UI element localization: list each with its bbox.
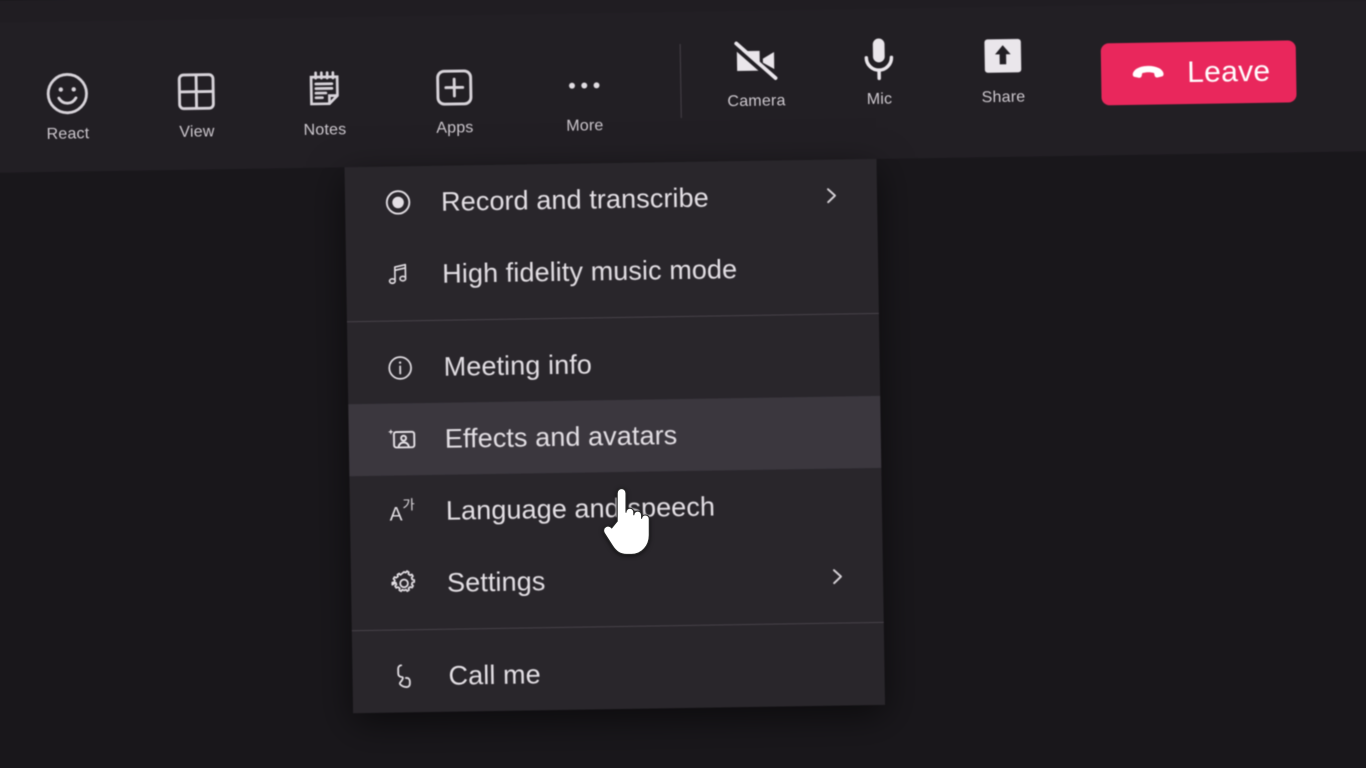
- microphone-icon: [830, 30, 927, 88]
- toolbar-label-share: Share: [981, 88, 1026, 107]
- menu-item-label: High fidelity music mode: [441, 253, 738, 289]
- add-square-icon: [406, 59, 503, 117]
- music-note-icon: [384, 260, 430, 289]
- effects-avatar-icon: [387, 423, 433, 456]
- menu-item-meeting-info[interactable]: Meeting info: [347, 324, 880, 404]
- toolbar-label-more: More: [566, 117, 604, 135]
- phone-icon: [390, 661, 436, 692]
- menu-item-label: Language and speech: [445, 491, 716, 526]
- menu-group-recording: Record and transcribe High fidelity musi…: [345, 159, 879, 311]
- toolbar-button-apps[interactable]: Apps: [406, 59, 503, 138]
- toolbar-button-camera[interactable]: Camera: [707, 32, 804, 111]
- toolbar-label-view: View: [179, 123, 215, 141]
- svg-text:A: A: [389, 504, 402, 525]
- menu-item-label: Meeting info: [443, 348, 593, 382]
- meeting-toolbar: React View Notes Apps More Camera Mic Sh…: [0, 1, 1366, 173]
- menu-item-label: Effects and avatars: [444, 419, 678, 454]
- menu-group-meeting: Meeting info Effects and avatars A 가 Lan…: [347, 324, 883, 620]
- more-dots-icon: [536, 57, 633, 115]
- leave-button-label: Leave: [1186, 54, 1271, 90]
- toolbar-button-mic[interactable]: Mic: [830, 30, 927, 109]
- menu-group-call: Call me: [352, 633, 885, 713]
- toolbar-separator: [679, 43, 682, 119]
- menu-item-call-me[interactable]: Call me: [352, 633, 885, 713]
- toolbar-label-notes: Notes: [303, 121, 347, 139]
- menu-item-effects-and-avatars[interactable]: Effects and avatars: [348, 395, 882, 477]
- chevron-right-icon: [825, 564, 849, 588]
- toolbar-label-apps: Apps: [436, 119, 474, 137]
- smiley-icon: [19, 65, 116, 123]
- menu-divider: [351, 621, 884, 632]
- language-icon: A 가: [388, 495, 434, 528]
- more-overflow-menu: Record and transcribe High fidelity musi…: [344, 158, 886, 714]
- toolbar-button-view[interactable]: View: [148, 63, 245, 142]
- menu-item-label: Settings: [446, 565, 546, 598]
- notepad-icon: [276, 61, 373, 119]
- hang-up-icon: [1127, 48, 1170, 99]
- toolbar-button-notes[interactable]: Notes: [276, 61, 373, 140]
- menu-item-record-and-transcribe[interactable]: Record and transcribe: [345, 159, 878, 239]
- toolbar-button-react[interactable]: React: [19, 65, 116, 144]
- tilted-scene: React View Notes Apps More Camera Mic Sh…: [0, 0, 1366, 768]
- toolbar-button-share[interactable]: Share: [954, 28, 1051, 107]
- svg-text:가: 가: [402, 497, 415, 513]
- menu-item-language-and-speech[interactable]: A 가 Language and speech: [349, 468, 882, 548]
- leave-button[interactable]: Leave: [1100, 40, 1297, 106]
- share-screen-icon: [954, 28, 1051, 86]
- menu-item-label: Record and transcribe: [440, 182, 710, 217]
- gear-icon: [389, 568, 435, 599]
- toolbar-label-camera: Camera: [727, 92, 786, 111]
- grid-icon: [148, 63, 245, 121]
- menu-divider: [346, 312, 879, 323]
- menu-item-label: Call me: [448, 658, 541, 691]
- info-circle-icon: [385, 352, 431, 382]
- menu-item-settings[interactable]: Settings: [351, 540, 884, 620]
- chevron-right-icon: [819, 183, 843, 207]
- record-icon: [383, 187, 429, 218]
- toolbar-button-more[interactable]: More: [536, 57, 633, 136]
- meeting-screen: React View Notes Apps More Camera Mic Sh…: [0, 0, 1366, 768]
- menu-item-high-fidelity-music-mode[interactable]: High fidelity music mode: [346, 231, 879, 311]
- camera-off-icon: [707, 32, 804, 90]
- toolbar-label-react: React: [46, 125, 90, 143]
- toolbar-label-mic: Mic: [866, 90, 893, 109]
